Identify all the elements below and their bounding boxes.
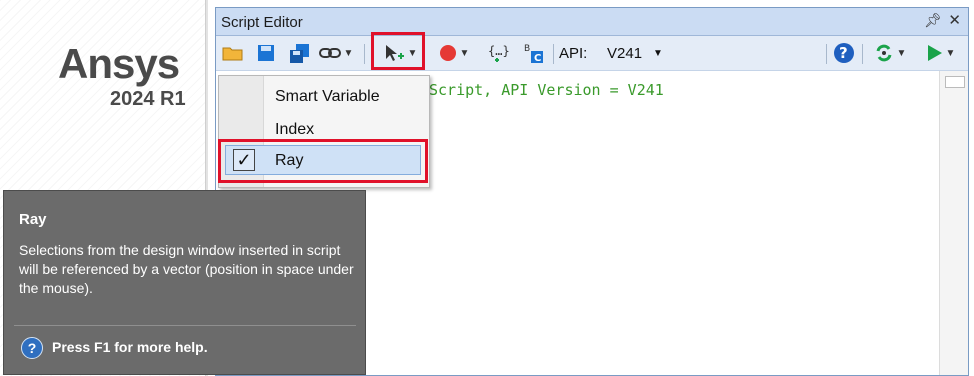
block-button[interactable]: B C [520,42,546,64]
ansys-logo: Ansys [58,40,180,87]
chevron-down-icon: ▼ [945,47,956,59]
run-dropdown[interactable]: ▼ [920,42,960,64]
menu-item-index[interactable]: Index [275,121,314,139]
tooltip-title: Ray [19,211,47,228]
menu-item-smart-variable[interactable]: Smart Variable [275,88,380,106]
link-icon [318,48,341,58]
save-as-icon [290,44,309,63]
toolbar-separator [364,44,365,64]
window-title: Script Editor [221,14,303,31]
tooltip-description: Selections from the design window insert… [19,242,354,296]
chevron-down-icon: ▼ [896,47,907,59]
loop-dropdown[interactable]: ▼ [870,42,910,64]
toolbar: ▼ ▼ ▼ {…} B C API: V241 ▼ ? ▼ ▼ [216,36,968,71]
api-label: API: [559,45,588,62]
svg-text:?: ? [839,44,848,62]
save-icon [258,45,274,61]
annotation-highlight-box [218,139,428,183]
toolbar-separator [826,44,827,64]
scroll-thumb[interactable] [945,76,965,88]
chevron-down-icon: ▼ [343,47,354,59]
title-bar: Script Editor 📌︎ ✕ [216,8,968,36]
svg-text:C: C [534,53,541,64]
tooltip-help-text: Press F1 for more help. [52,339,208,355]
help-button[interactable]: ? [832,42,856,64]
tooltip-divider [14,325,356,326]
insert-variable-button[interactable]: {…} [486,42,512,64]
help-icon: ? [834,43,854,63]
chevron-down-icon: ▼ [459,47,470,59]
open-folder-icon [222,47,243,61]
help-icon: ? [21,337,43,359]
close-icon[interactable]: ✕ [948,11,961,29]
svg-text:B: B [524,44,530,54]
toolbar-separator [862,44,863,64]
toolbar-separator [553,44,554,64]
api-version-select[interactable]: V241 [607,45,642,62]
annotation-highlight-box [371,32,425,70]
svg-text:{…}: {…} [488,44,510,58]
link-dropdown[interactable]: ▼ [318,42,354,64]
record-dropdown[interactable]: ▼ [434,42,474,64]
block-icon: B C [524,44,543,64]
vertical-scrollbar[interactable] [939,71,968,375]
record-icon [439,45,456,61]
pin-icon[interactable]: 📌︎ [924,12,942,29]
tooltip: Ray Selections from the design window in… [3,190,366,375]
run-icon [927,45,942,61]
code-comment-line: Script, API Version = V241 [429,81,664,99]
variables-icon: {…} [488,44,510,62]
save-button[interactable] [254,42,278,64]
ansys-version: 2024 R1 [110,88,186,110]
loop-icon [876,44,892,62]
open-button[interactable] [221,42,245,64]
chevron-down-icon[interactable]: ▼ [653,48,663,59]
save-as-button[interactable] [288,42,312,64]
